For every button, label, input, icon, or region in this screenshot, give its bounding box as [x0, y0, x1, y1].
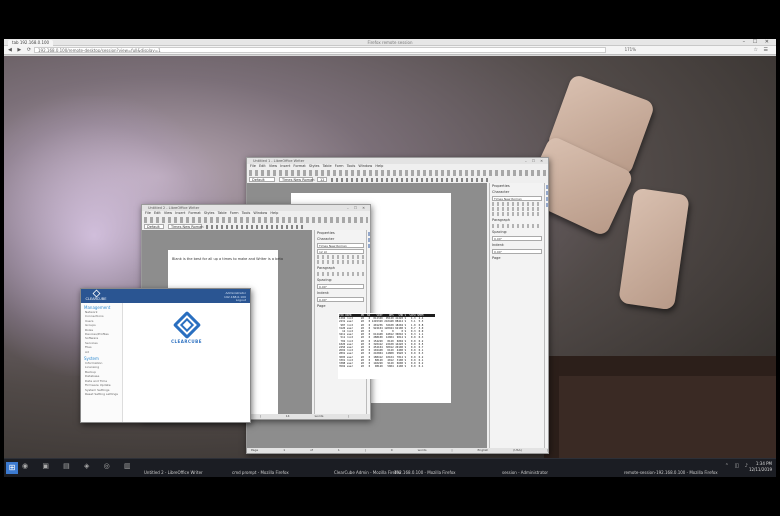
sidebar-spacing-label: Spacing: — [317, 278, 333, 282]
taskbar-app-item[interactable]: cmd prompt - Mozilla Firefox — [232, 469, 289, 477]
browser-toolbar: ◀ ▶ ⟳ 192.168.0.100/remote-desktop/sessi… — [4, 46, 776, 55]
font-name-box[interactable]: Times New Roman — [279, 177, 314, 182]
sidebar-tab-icon[interactable] — [368, 244, 370, 248]
properties-sidebar: Properties Character Times New Roman Par… — [489, 183, 544, 450]
nav-buttons-icon[interactable]: ◀ ▶ ⟳ — [8, 47, 33, 53]
browser-window-title: Firefox remote session — [367, 40, 413, 45]
paragraph-style-box[interactable]: Default — [144, 224, 164, 229]
writer-small-titlebar: Untitled 2 - LibreOffice Writer – ☐ ✕ — [142, 205, 370, 211]
paragraph-style-box[interactable]: Default — [249, 177, 275, 182]
writer-small-menubar[interactable]: File Edit View Insert Format Styles Tabl… — [142, 211, 370, 216]
sidebar-section-character[interactable]: Character — [315, 236, 366, 242]
sidebar-spacing-input[interactable]: 0.00" — [317, 284, 364, 289]
sidebar-char-buttons[interactable] — [492, 212, 542, 216]
taskbar-app-item[interactable]: session - Administrator — [502, 469, 548, 477]
taskbar-app-item[interactable]: 192.168.0.100 - Mozilla Firefox — [394, 469, 456, 477]
taskbar-app-item[interactable]: remote-session-192.168.0.100 - Mozilla F… — [624, 469, 718, 477]
sidebar-char-buttons[interactable] — [492, 202, 542, 206]
clearcube-section-heading[interactable]: System — [81, 354, 122, 361]
sidebar-size-input[interactable]: 12 pt — [317, 249, 364, 254]
window-controls[interactable]: – ☐ ✕ — [347, 205, 367, 211]
format-buttons-icon[interactable] — [331, 178, 491, 182]
sidebar-font-input[interactable]: Times New Roman — [317, 243, 364, 248]
sidebar-tab-icon[interactable] — [368, 238, 370, 242]
clearcube-window: CLEARCUBE Administrator 192.168.0.100 Lo… — [80, 288, 251, 423]
writer-large-titlebar: Untitled 1 - LibreOffice Writer – ☐ ✕ — [247, 158, 548, 164]
sidebar-font-input[interactable]: Times New Roman — [492, 196, 542, 201]
sidebar-tab-bar — [544, 183, 548, 450]
process-table[interactable]: PID USER PR NI VIRT RES SHR S %CPU %MEM 1… — [338, 313, 436, 379]
sidebar-para-buttons[interactable] — [317, 272, 364, 276]
sidebar-spacing-label: Spacing: — [492, 230, 508, 234]
sidebar-indent-label: Indent: — [492, 243, 505, 247]
writer-large-statusbar: Page 1 of 1 | 0 words | English (USA) | … — [247, 448, 548, 453]
writer-small-standard-toolbar[interactable] — [144, 217, 368, 223]
clearcube-header: CLEARCUBE Administrator 192.168.0.100 Lo… — [81, 289, 250, 303]
table-row: 3502 user 20 0 98120 5004 4100 S 0.0 0.1 — [339, 365, 424, 369]
sidebar-tab-icon[interactable] — [546, 197, 548, 201]
sidebar-spacing-input[interactable]: 0.00" — [492, 236, 542, 241]
url-bar[interactable]: 192.168.0.100/remote-desktop/session?vie… — [34, 47, 606, 53]
writer-large-menubar[interactable]: File Edit View Insert Format Styles Tabl… — [247, 164, 548, 169]
sidebar-char-buttons[interactable] — [317, 255, 364, 259]
writer-large-standard-toolbar[interactable] — [249, 170, 546, 176]
sidebar-tab-icon[interactable] — [368, 232, 370, 236]
sidebar-section-page[interactable]: Page — [490, 255, 544, 261]
font-size-box[interactable]: 12 — [317, 177, 327, 182]
format-buttons-icon[interactable] — [206, 225, 306, 229]
browser-titlebar: tab 192.168.0.100 Firefox remote session… — [4, 39, 776, 46]
sidebar-indent-input[interactable]: 0.00" — [492, 249, 542, 254]
writer-small-title: Untitled 2 - LibreOffice Writer — [148, 206, 200, 210]
taskbar-app-item[interactable]: ClearCube Admin - Mozilla Firefox — [334, 469, 401, 477]
pinned-apps-icon[interactable]: ◉ ▣ ▤ ◈ ◎ ▥ — [22, 462, 137, 470]
sidebar-section-paragraph[interactable]: Paragraph — [315, 265, 366, 271]
clearcube-section-heading[interactable]: Management — [81, 303, 122, 310]
sidebar-indent-input[interactable]: 0.00" — [317, 297, 364, 302]
sidebar-section-character[interactable]: Character — [490, 189, 544, 195]
clearcube-brand-text: CLEARCUBE — [171, 339, 202, 344]
system-tray-icon[interactable]: ⌃ ◫ ♪ — [725, 463, 750, 469]
sidebar-tab-icon[interactable] — [546, 191, 548, 195]
zoom-level[interactable]: 171% — [625, 47, 636, 53]
sidebar-tab-icon[interactable] — [546, 203, 548, 207]
taskbar: ⊞ ◉ ▣ ▤ ◈ ◎ ▥ Untitled 2 - LibreOffice W… — [4, 458, 776, 477]
sidebar-section-page[interactable]: Page — [315, 303, 366, 309]
sidebar-char-buttons[interactable] — [492, 207, 542, 211]
taskbar-clock[interactable]: 1:34 PM 12/11/2019 — [749, 461, 772, 473]
clearcube-logo[interactable]: CLEARCUBE — [85, 289, 107, 301]
screen-frame: tab 192.168.0.100 Firefox remote session… — [0, 0, 780, 516]
document-text[interactable]: Blank is the best for all up a times to … — [172, 257, 283, 261]
clock-date: 12/11/2019 — [748, 467, 772, 472]
wallpaper-shadow — [559, 376, 776, 458]
clearcube-sidebar: Management Network Connections Users Groups R… — [81, 303, 123, 422]
window-controls[interactable]: – ☐ ✕ — [743, 39, 772, 46]
windows-start-icon[interactable]: ⊞ — [6, 462, 18, 474]
clearcube-nav-item[interactable]: Reset Setting settings — [81, 392, 122, 396]
font-name-box[interactable]: Times New Roman — [168, 224, 203, 229]
window-controls[interactable]: – ☐ ✕ — [525, 158, 545, 164]
taskbar-app-item[interactable]: Untitled 2 - LibreOffice Writer — [144, 469, 203, 477]
sidebar-tab-icon[interactable] — [546, 185, 548, 189]
sidebar-para-buttons[interactable] — [492, 224, 542, 228]
sidebar-section-paragraph[interactable]: Paragraph — [490, 217, 544, 223]
clearcube-header-info: Administrator 192.168.0.100 Logout — [224, 291, 246, 303]
browser-menu-icon[interactable]: ☆ ☰ — [753, 47, 770, 53]
wallpaper-dough-piece — [618, 187, 690, 311]
clearcube-main: CLEARCUBE — [123, 303, 250, 422]
writer-large-title: Untitled 1 - LibreOffice Writer — [253, 159, 305, 163]
sidebar-indent-label: Indent: — [317, 291, 330, 295]
sidebar-char-buttons[interactable] — [317, 260, 364, 264]
